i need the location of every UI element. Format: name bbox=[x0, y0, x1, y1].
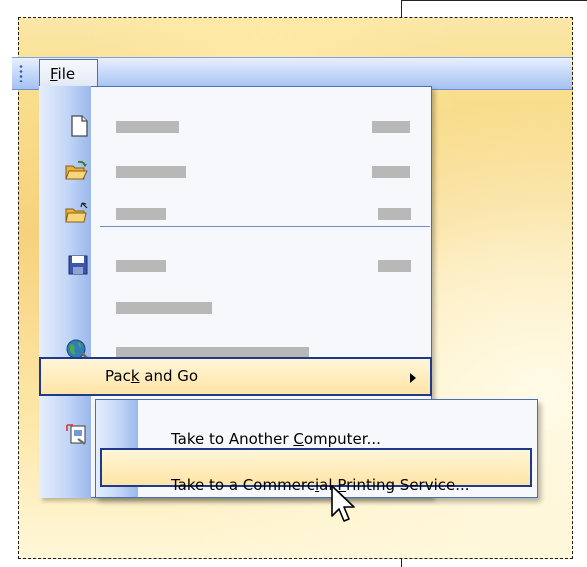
blurred-shortcut bbox=[372, 121, 410, 133]
blurred-shortcut bbox=[372, 166, 410, 178]
pack-label-post: and Go bbox=[139, 367, 199, 385]
frame-line-top bbox=[401, 0, 587, 1]
toolbar-grip-handle[interactable] bbox=[19, 64, 23, 82]
open-folder-icon bbox=[65, 160, 88, 180]
blurred-label bbox=[116, 260, 166, 272]
commercial-printing-label: Take to a Commercial Printing Service... bbox=[171, 476, 470, 494]
blurred-shortcut bbox=[378, 260, 411, 272]
menu-item-pack-and-go[interactable] bbox=[39, 357, 432, 396]
sub-item-mnemonic: C bbox=[293, 430, 304, 448]
blurred-label bbox=[116, 121, 179, 133]
file-menu-mnemonic: F bbox=[50, 65, 58, 83]
page-setup-icon bbox=[66, 424, 86, 445]
pack-label-mnemonic: k bbox=[130, 367, 140, 385]
sub-item-label-pre: Take to a Commerc bbox=[171, 476, 315, 494]
new-document-icon bbox=[71, 115, 88, 137]
pack-label-pre: Pac bbox=[105, 367, 131, 385]
save-icon bbox=[68, 255, 88, 275]
submenu-arrow-icon bbox=[410, 373, 416, 383]
submenu-item-another-computer[interactable]: Take to Another Computer... bbox=[171, 430, 381, 448]
sub-item-label-post: omputer... bbox=[303, 430, 381, 448]
file-menu-label: ile bbox=[57, 65, 76, 83]
blurred-label bbox=[116, 208, 166, 220]
sub-item-label-pre: Take to Another bbox=[171, 430, 294, 448]
sub-item-label-post: rinting Service... bbox=[346, 476, 470, 494]
mouse-pointer-icon bbox=[331, 485, 355, 522]
menu-separator bbox=[100, 226, 430, 227]
blurred-label bbox=[116, 302, 212, 314]
blurred-shortcut bbox=[378, 208, 411, 220]
folder-up-icon bbox=[65, 202, 88, 223]
file-menu[interactable]: File bbox=[39, 59, 98, 87]
pack-and-go-label: Pack and Go bbox=[105, 367, 198, 385]
blurred-label bbox=[116, 166, 186, 178]
